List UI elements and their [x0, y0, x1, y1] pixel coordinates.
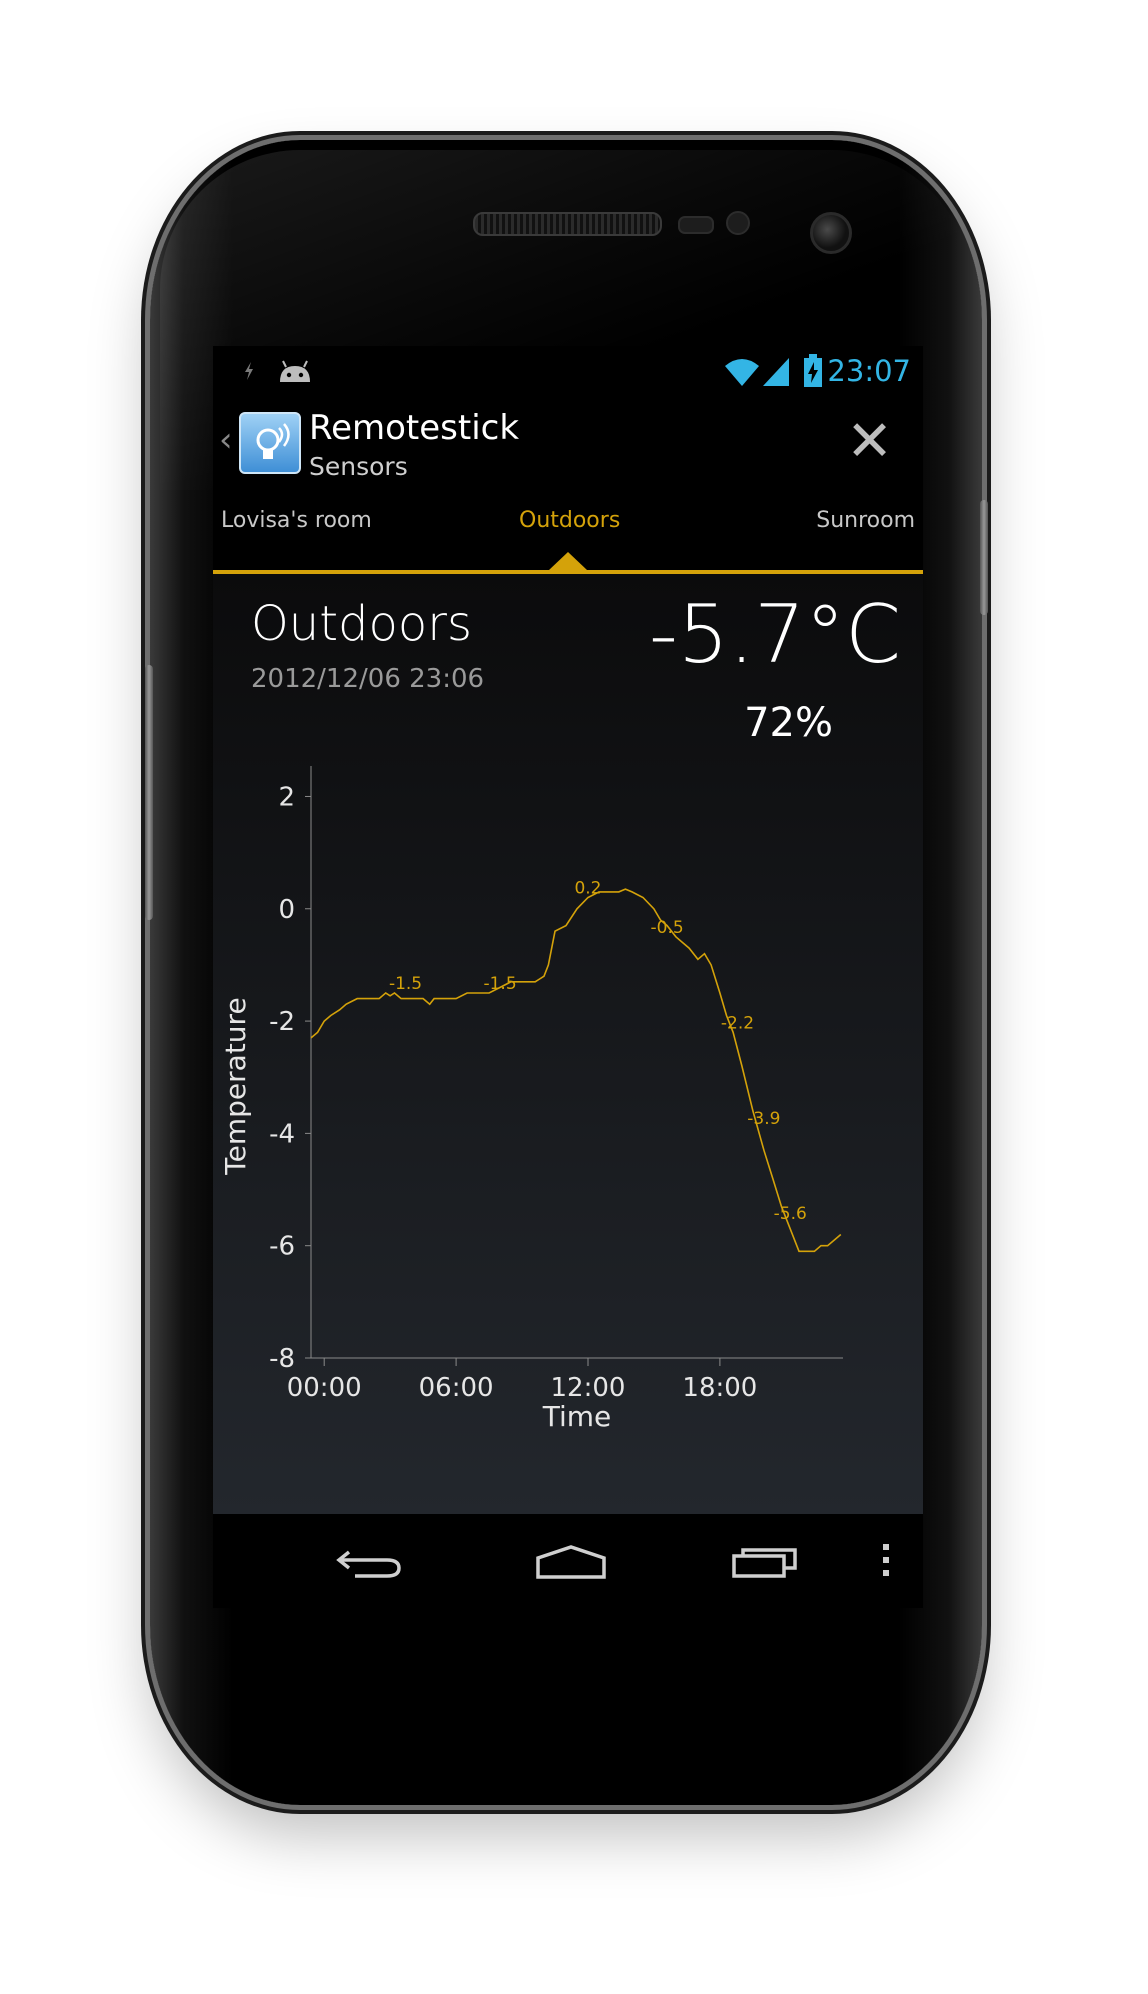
data-point-label: -1.5: [389, 974, 422, 994]
navigation-bar: [213, 1514, 923, 1608]
data-point-label: -5.6: [774, 1204, 807, 1224]
tab-lovisas-room[interactable]: Lovisa's room: [221, 508, 372, 533]
power-button: [980, 500, 988, 615]
battery-charging-icon: [804, 354, 822, 387]
screen: 23:07 ‹ Remotestick Sensors ✕ Lovisa's r…: [213, 346, 923, 1608]
sensor-temperature: -5.7°C: [649, 588, 901, 681]
sensor-detail: Outdoors 2012/12/06 23:06 -5.7°C 72% 2 0 -…: [213, 574, 923, 1514]
recent-apps-icon[interactable]: [731, 1542, 801, 1580]
x-axis-label: Time: [542, 1400, 612, 1433]
x-tick-label: 18:00: [682, 1373, 757, 1403]
back-icon[interactable]: [335, 1544, 403, 1580]
y-axis-label: Temperature: [219, 997, 252, 1175]
sensor-timestamp: 2012/12/06 23:06: [251, 664, 485, 694]
app-title: Remotestick: [309, 408, 520, 448]
sensor-name: Outdoors: [251, 596, 472, 652]
y-tick-label: 2: [278, 782, 295, 812]
lightbulb-icon: [256, 423, 290, 459]
status-time: 23:07: [827, 354, 911, 388]
overflow-menu-icon[interactable]: [881, 1542, 891, 1578]
tab-strip: Lovisa's room Outdoors Sunroom: [213, 498, 923, 574]
light-sensor: [726, 211, 750, 235]
earpiece-speaker: [473, 212, 662, 236]
status-bar: 23:07: [213, 346, 923, 398]
data-point-label: 0.2: [574, 879, 601, 899]
data-point-label: -0.5: [651, 918, 684, 938]
tab-outdoors[interactable]: Outdoors: [519, 508, 620, 533]
signal-icon: [763, 358, 789, 386]
data-point-label: -1.5: [483, 974, 516, 994]
close-icon[interactable]: ✕: [846, 414, 893, 470]
x-tick-label: 12:00: [551, 1373, 626, 1403]
tab-sunroom[interactable]: Sunroom: [816, 508, 915, 533]
y-tick-label: -2: [269, 1007, 295, 1037]
y-tick-label: 0: [278, 895, 295, 925]
app-subtitle: Sensors: [309, 452, 408, 481]
y-tick-label: -8: [269, 1344, 295, 1374]
y-tick-label: -6: [269, 1232, 295, 1262]
volume-button: [145, 665, 153, 920]
data-point-label: -2.2: [721, 1013, 754, 1033]
temperature-series-line: [310, 888, 842, 1253]
wifi-icon: [725, 359, 759, 386]
android-icon: [280, 360, 310, 382]
home-icon[interactable]: [535, 1544, 607, 1580]
x-tick-label: 00:00: [287, 1373, 362, 1403]
data-point-label: -3.9: [747, 1109, 780, 1129]
sensor-humidity: 72%: [744, 700, 833, 746]
tab-indicator: [549, 552, 587, 570]
temperature-chart: 2 0 -2 -4 -6 -800:00 06:00 12:00 18:00 Time Temper…: [219, 766, 843, 1433]
proximity-sensor: [678, 216, 714, 234]
front-camera: [810, 212, 852, 254]
y-tick-label: -4: [269, 1119, 295, 1149]
usb-debug-icon: [245, 362, 253, 380]
up-chevron-icon[interactable]: ‹: [219, 420, 233, 460]
x-tick-label: 06:00: [419, 1373, 494, 1403]
sensor-bulb-icon[interactable]: [239, 412, 301, 474]
action-bar: ‹ Remotestick Sensors ✕: [213, 398, 923, 498]
